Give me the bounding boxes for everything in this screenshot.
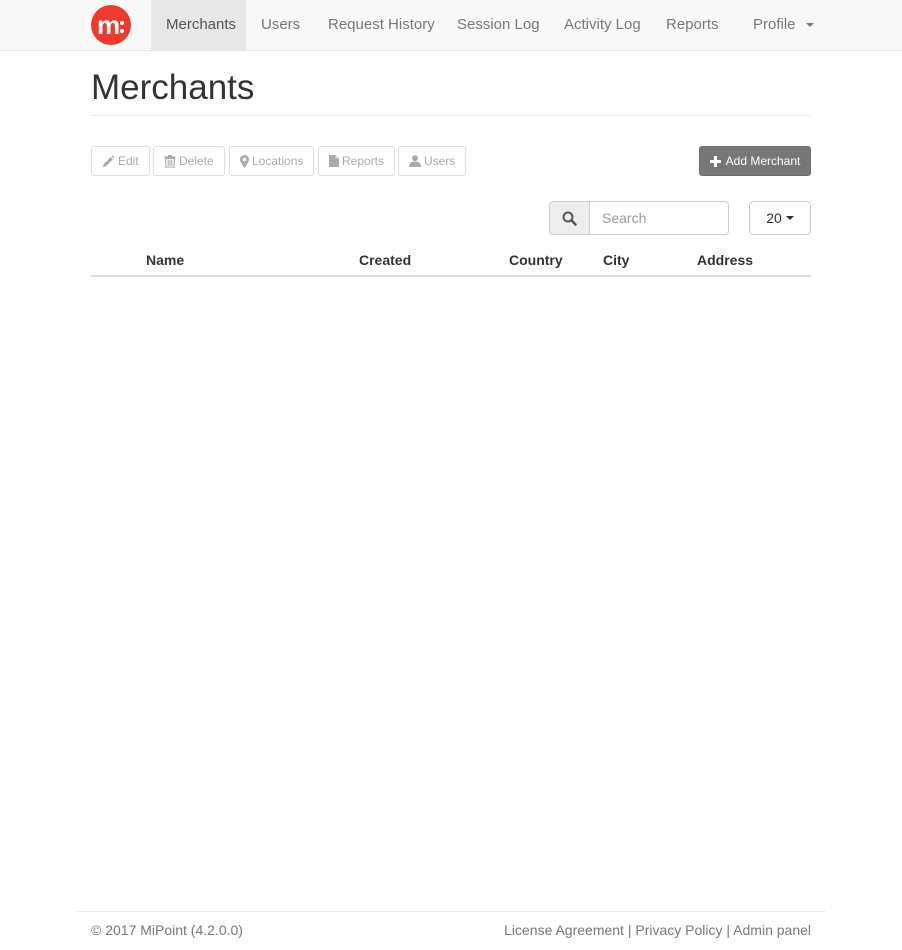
column-header-city[interactable]: City (603, 251, 629, 269)
reports-button[interactable]: Reports (318, 146, 396, 176)
nav-profile-dropdown[interactable]: Profile (738, 0, 829, 50)
delete-button[interactable]: Delete (153, 146, 225, 176)
page-size-value: 20 (766, 210, 782, 226)
mipoint-logo[interactable]: m (91, 5, 131, 45)
user-icon (409, 155, 421, 167)
nav-activity-log-label: Activity Log (564, 16, 641, 33)
nav-merchants[interactable]: Merchants (151, 0, 246, 50)
copyright-text: © 2017 MiPoint (4.2.0.0) (91, 922, 243, 938)
search-icon (562, 211, 577, 226)
footer-separator: | (623, 922, 636, 938)
nav-request-history-label: Request History (328, 16, 435, 33)
navbar: m Merchants Users Request History Sessio… (0, 0, 902, 51)
edit-button-label: Edit (118, 154, 139, 168)
column-header-created[interactable]: Created (359, 251, 411, 269)
caret-down-icon (785, 216, 794, 220)
nav-request-history[interactable]: Request History (313, 0, 450, 50)
search-input[interactable] (589, 201, 729, 235)
footer-divider (76, 911, 826, 912)
map-marker-icon (240, 154, 249, 168)
footer-links: License Agreement | Privacy Policy | Adm… (504, 921, 811, 939)
caret-down-icon (805, 23, 814, 28)
locations-button[interactable]: Locations (229, 146, 315, 176)
column-header-country[interactable]: Country (509, 251, 563, 269)
nav-session-log[interactable]: Session Log (442, 0, 555, 50)
users-button-label: Users (424, 154, 456, 168)
nav-reports-label: Reports (666, 16, 719, 33)
edit-button[interactable]: Edit (91, 146, 150, 176)
license-agreement-link[interactable]: License Agreement (504, 922, 624, 938)
header-divider (91, 115, 811, 116)
footer-separator: | (722, 922, 734, 938)
column-header-name[interactable]: Name (146, 251, 184, 269)
page-title: Merchants (91, 68, 255, 107)
locations-button-label: Locations (252, 154, 304, 168)
table-header-divider (91, 275, 811, 277)
trash-icon (164, 154, 176, 168)
reports-button-label: Reports (342, 154, 385, 168)
privacy-policy-link[interactable]: Privacy Policy (635, 922, 722, 938)
column-header-address[interactable]: Address (697, 251, 753, 269)
add-merchant-button[interactable]: Add Merchant (699, 146, 811, 176)
pencil-icon (103, 154, 115, 167)
nav-profile-label: Profile (753, 16, 796, 33)
nav-session-log-label: Session Log (457, 16, 540, 33)
nav-reports[interactable]: Reports (651, 0, 734, 50)
users-button[interactable]: Users (398, 146, 467, 176)
nav-users-label: Users (261, 16, 301, 33)
delete-button-label: Delete (179, 154, 214, 168)
logo-m-icon: m (97, 13, 124, 37)
svg-text:m: m (97, 13, 120, 37)
search-button[interactable] (549, 201, 590, 235)
admin-panel-link[interactable]: Admin panel (733, 922, 811, 938)
add-merchant-label: Add Merchant (725, 154, 801, 168)
nav-activity-log[interactable]: Activity Log (549, 0, 656, 50)
page-size-dropdown[interactable]: 20 (749, 201, 811, 235)
nav-users[interactable]: Users (246, 0, 315, 50)
file-icon (329, 155, 339, 167)
plus-icon (709, 155, 721, 167)
nav-merchants-label: Merchants (166, 16, 237, 33)
